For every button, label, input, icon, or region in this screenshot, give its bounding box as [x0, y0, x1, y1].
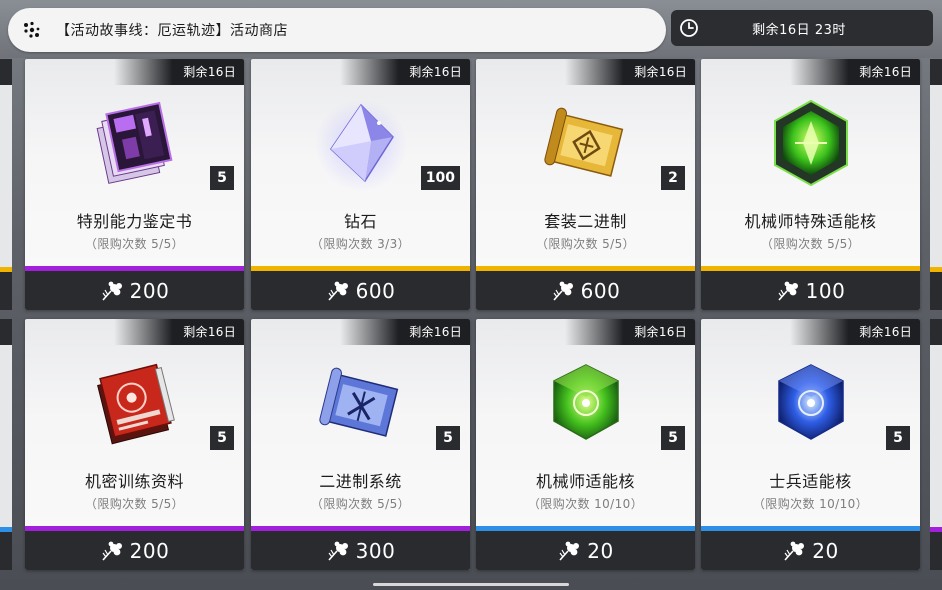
shop-item-card[interactable]: 剩余16日 2 套装二进制 （限购次数 5/5） 600: [476, 59, 695, 310]
blue-scroll-icon: [318, 367, 398, 437]
purchase-limit-text: （限购次数 5/5）: [84, 237, 185, 251]
edge-card-left-row2: [0, 319, 12, 570]
shop-item-card[interactable]: 剩余16日 5 机密训练资料 （限购次数 5/5） 200: [25, 319, 244, 570]
item-price: 600: [355, 278, 396, 303]
remaining-days-label: 剩余16日: [114, 319, 244, 345]
blue-cube-icon: [777, 364, 844, 440]
purchase-limit-text: （限购次数 10/10）: [752, 497, 869, 511]
buy-button[interactable]: 200: [25, 531, 244, 570]
shop-title-bar[interactable]: 【活动故事线：厄运轨迹】活动商店: [8, 8, 666, 52]
buy-button[interactable]: 100: [701, 271, 920, 310]
purchase-limit-text: （限购次数 3/3）: [310, 237, 411, 251]
remaining-days-label: 剩余16日: [790, 59, 920, 85]
buy-button[interactable]: 300: [251, 531, 470, 570]
remaining-days-label: 剩余16日: [340, 59, 470, 85]
scroll-indicator[interactable]: [373, 583, 569, 586]
item-name: 士兵适能核: [769, 472, 852, 491]
menu-dots-icon[interactable]: [22, 21, 42, 39]
gold-scroll-icon: [543, 107, 623, 177]
purchase-limit-text: （限购次数 5/5）: [760, 237, 861, 251]
ability-book-icon: [96, 101, 172, 184]
green-cube-icon: [552, 364, 619, 440]
remaining-time-badge: 剩余16日 23时: [671, 10, 933, 46]
red-file-icon: [96, 363, 175, 445]
buy-button[interactable]: 200: [25, 271, 244, 310]
item-quantity-badge: 100: [420, 166, 460, 190]
item-name: 套装二进制: [544, 212, 627, 231]
buy-button[interactable]: 600: [476, 271, 695, 310]
currency-flower-icon: [102, 541, 122, 561]
currency-flower-icon: [778, 281, 798, 301]
currency-flower-icon: [559, 541, 580, 561]
item-name: 特别能力鉴定书: [76, 212, 193, 231]
item-name: 机械师适能核: [535, 472, 635, 491]
diamond-icon: [314, 99, 407, 191]
currency-flower-icon: [784, 541, 805, 561]
item-quantity-badge: 5: [210, 166, 234, 190]
currency-flower-icon: [102, 281, 122, 301]
currency-flower-icon: [328, 281, 348, 301]
shop-item-card[interactable]: 剩余16日 5 机械师适能核 （限购次数 10/10） 20: [476, 319, 695, 570]
shop-item-card[interactable]: 剩余16日 5 士兵适能核 （限购次数 10/10） 20: [701, 319, 920, 570]
item-price: 200: [129, 278, 170, 303]
item-name: 二进制系统: [319, 472, 402, 491]
purchase-limit-text: （限购次数 5/5）: [310, 497, 411, 511]
remaining-time-text: 剩余16日 23时: [752, 22, 846, 38]
remaining-days-label: 剩余16日: [340, 319, 470, 345]
item-name: 机械师特殊适能核: [744, 212, 877, 231]
edge-card-right-row2: [930, 319, 942, 570]
shop-item-card[interactable]: 剩余16日 5 特别能力鉴定书 （限购次数 5/5） 200: [25, 59, 244, 310]
buy-button[interactable]: 20: [476, 531, 695, 570]
currency-flower-icon: [553, 281, 573, 301]
item-price: 300: [355, 538, 396, 563]
item-quantity-badge: 5: [210, 426, 234, 450]
green-core-icon: [773, 99, 848, 187]
edge-card-right-row1: [930, 59, 942, 310]
shop-item-card[interactable]: 剩余16日 100 钻石 （限购次数 3/3） 600: [251, 59, 470, 310]
shop-item-card[interactable]: 剩余16日 5 二进制系统 （限购次数 5/5） 300: [251, 319, 470, 570]
remaining-days-label: 剩余16日: [790, 319, 920, 345]
purchase-limit-text: （限购次数 5/5）: [84, 497, 185, 511]
edge-card-left-row1: [0, 59, 12, 310]
item-quantity-badge: 5: [661, 426, 685, 450]
item-quantity-badge: 2: [661, 166, 685, 190]
item-name: 钻石: [343, 212, 377, 231]
clock-icon: [680, 19, 698, 37]
buy-button[interactable]: 20: [701, 531, 920, 570]
item-price: 100: [805, 278, 846, 303]
purchase-limit-text: （限购次数 5/5）: [535, 237, 636, 251]
currency-flower-icon: [328, 541, 348, 561]
item-price: 200: [129, 538, 170, 563]
item-price: 20: [587, 538, 614, 563]
item-price: 20: [812, 538, 839, 563]
purchase-limit-text: （限购次数 10/10）: [527, 497, 644, 511]
remaining-days-label: 剩余16日: [565, 59, 695, 85]
item-price: 600: [580, 278, 621, 303]
page-title: 【活动故事线：厄运轨迹】活动商店: [56, 23, 288, 39]
item-name: 机密训练资料: [84, 472, 184, 491]
remaining-days-label: 剩余16日: [114, 59, 244, 85]
remaining-days-label: 剩余16日: [565, 319, 695, 345]
item-quantity-badge: 5: [886, 426, 910, 450]
shop-item-card[interactable]: 剩余16日 机械师特殊适能核 （限购次数 5/5） 100: [701, 59, 920, 310]
buy-button[interactable]: 600: [251, 271, 470, 310]
item-quantity-badge: 5: [436, 426, 460, 450]
